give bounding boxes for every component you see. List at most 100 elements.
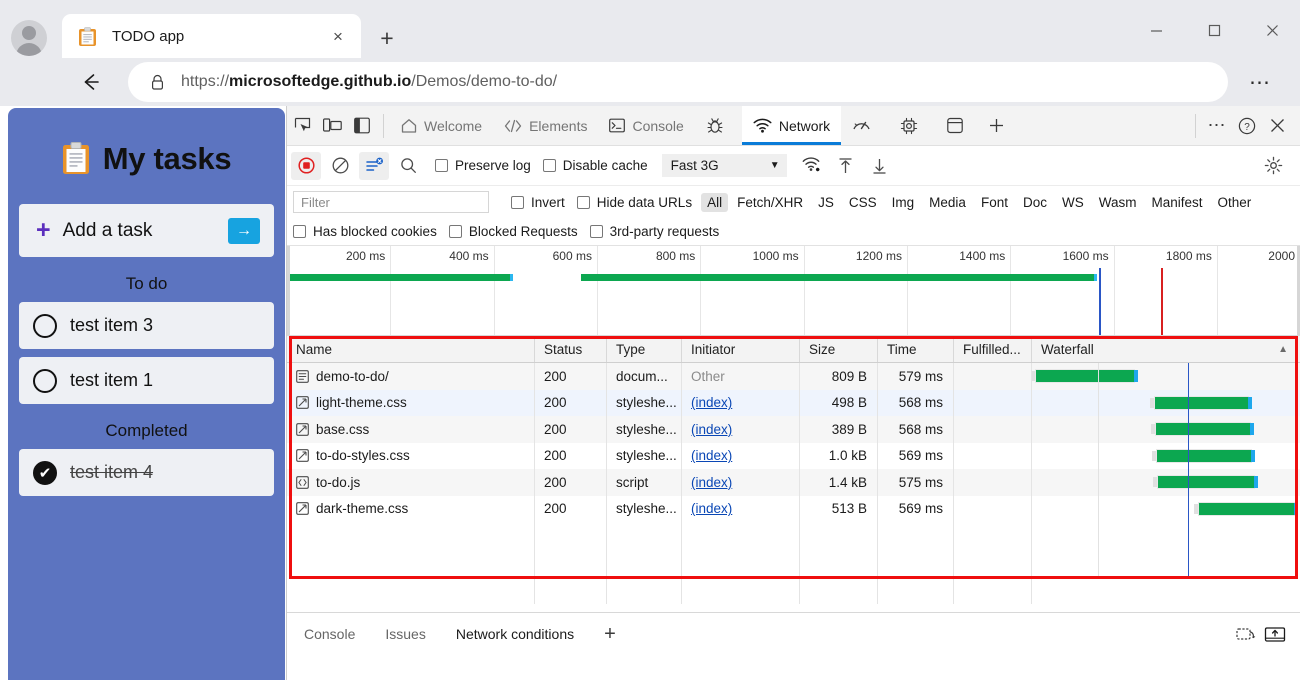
- export-har-icon[interactable]: [865, 152, 895, 180]
- tab-performance[interactable]: [841, 106, 889, 145]
- third-party-requests-checkbox[interactable]: 3rd-party requests: [589, 224, 719, 239]
- column-header-status[interactable]: Status: [535, 336, 607, 362]
- hide-data-urls-checkbox[interactable]: Hide data URLs: [576, 195, 692, 210]
- filter-type-ws[interactable]: WS: [1056, 193, 1090, 212]
- drawer-tab-console[interactable]: Console: [291, 620, 368, 648]
- window-maximize-button[interactable]: [1191, 14, 1237, 46]
- request-initiator-link[interactable]: (index): [691, 475, 732, 490]
- tab-console[interactable]: Console: [598, 106, 694, 145]
- request-initiator-link[interactable]: (index): [691, 395, 732, 410]
- overview-ruler: 200 ms 400 ms 600 ms 800 ms 1000 ms 1200…: [287, 246, 1300, 335]
- record-button[interactable]: [291, 151, 321, 180]
- column-header-fulfilled[interactable]: Fulfilled...: [954, 336, 1032, 362]
- clear-button[interactable]: [325, 152, 355, 180]
- column-header-size[interactable]: Size: [800, 336, 878, 362]
- new-tab-button[interactable]: +: [371, 22, 403, 54]
- help-icon[interactable]: ?: [1232, 111, 1262, 141]
- close-devtools-icon[interactable]: [1262, 111, 1292, 141]
- drawer-add-tab-button[interactable]: +: [591, 620, 629, 648]
- back-button-icon[interactable]: [72, 64, 108, 100]
- address-bar[interactable]: https://microsoftedge.github.io/Demos/de…: [128, 62, 1228, 102]
- tab-memory[interactable]: [889, 106, 936, 145]
- throttling-dropdown[interactable]: Fast 3G ▼: [661, 154, 787, 177]
- profile-avatar[interactable]: [11, 20, 47, 56]
- has-blocked-cookies-checkbox[interactable]: Has blocked cookies: [293, 224, 437, 239]
- task-checkbox[interactable]: [33, 368, 57, 393]
- filter-type-wasm[interactable]: Wasm: [1093, 193, 1143, 212]
- window-close-button[interactable]: [1249, 14, 1295, 46]
- task-checkbox-checked[interactable]: ✔: [33, 460, 57, 485]
- blocked-requests-checkbox[interactable]: Blocked Requests: [448, 224, 578, 239]
- browser-tab[interactable]: TODO app ×: [62, 14, 361, 59]
- network-overview-timeline[interactable]: 200 ms 400 ms 600 ms 800 ms 1000 ms 1200…: [287, 246, 1300, 336]
- tab-elements[interactable]: Elements: [493, 106, 598, 145]
- device-toolbar-icon[interactable]: [317, 111, 347, 141]
- tab-close-icon[interactable]: ×: [323, 22, 353, 52]
- sort-ascending-icon[interactable]: ▲: [1278, 344, 1288, 355]
- column-header-waterfall[interactable]: Waterfall: [1041, 342, 1094, 357]
- filter-type-font[interactable]: Font: [975, 193, 1014, 212]
- drawer-tab-network-conditions[interactable]: Network conditions: [442, 620, 588, 648]
- search-icon[interactable]: [393, 152, 423, 180]
- request-initiator-link[interactable]: (index): [691, 422, 732, 437]
- filter-type-fetchxhr[interactable]: Fetch/XHR: [731, 193, 809, 212]
- filter-type-doc[interactable]: Doc: [1017, 193, 1053, 212]
- filter-type-manifest[interactable]: Manifest: [1145, 193, 1208, 212]
- filter-type-css[interactable]: CSS: [843, 193, 883, 212]
- add-task-input[interactable]: + Add a task →: [19, 204, 274, 257]
- tab-network[interactable]: Network: [741, 106, 842, 145]
- invert-checkbox[interactable]: Invert: [511, 195, 565, 210]
- table-row[interactable]: dark-theme.css 200 styleshe... (index) 5…: [287, 495, 1300, 522]
- network-conditions-icon[interactable]: [797, 152, 827, 180]
- filter-type-img[interactable]: Img: [886, 193, 921, 212]
- record-replay-icon[interactable]: [1236, 625, 1258, 644]
- disable-cache-label: Disable cache: [562, 158, 648, 173]
- table-row[interactable]: to-do-styles.css 200 styleshe... (index)…: [287, 442, 1300, 469]
- filter-type-media[interactable]: Media: [923, 193, 972, 212]
- table-row[interactable]: light-theme.css 200 styleshe... (index) …: [287, 389, 1300, 416]
- table-row[interactable]: base.css 200 styleshe... (index) 389 B 5…: [287, 416, 1300, 443]
- preserve-log-checkbox[interactable]: Preserve log: [435, 158, 531, 173]
- list-item[interactable]: ✔ test item 4: [19, 449, 274, 496]
- tab-welcome[interactable]: Welcome: [390, 106, 493, 145]
- request-name: to-do-styles.css: [316, 448, 410, 464]
- tick-label: 1800 ms: [1165, 249, 1212, 263]
- column-header-name[interactable]: Name: [287, 336, 535, 362]
- tab-application[interactable]: [936, 106, 981, 145]
- tick-label: 1200 ms: [855, 249, 902, 263]
- column-header-initiator[interactable]: Initiator: [682, 336, 800, 362]
- table-row[interactable]: demo-to-do/ 200 docum... Other 809 B 579…: [287, 363, 1300, 390]
- list-item[interactable]: test item 1: [19, 357, 274, 404]
- task-checkbox[interactable]: [33, 313, 57, 338]
- more-icon[interactable]: ⋯: [1202, 111, 1232, 141]
- column-header-type[interactable]: Type: [607, 336, 682, 362]
- filter-type-js[interactable]: JS: [812, 193, 840, 212]
- add-panel-plus-icon[interactable]: [981, 111, 1011, 141]
- filter-input[interactable]: Filter: [293, 191, 489, 213]
- export-icon[interactable]: [1264, 625, 1286, 644]
- import-har-icon[interactable]: [831, 152, 861, 180]
- list-item[interactable]: test item 3: [19, 302, 274, 349]
- resource-type-filters: All Fetch/XHR JS CSS Img Media Font Doc …: [698, 192, 1258, 212]
- bug-icon: [706, 117, 724, 135]
- page-title: My tasks: [102, 141, 232, 176]
- add-task-placeholder: Add a task: [62, 219, 153, 241]
- inspect-element-icon[interactable]: [287, 111, 317, 141]
- table-row[interactable]: to-do.js 200 script (index) 1.4 kB 575 m…: [287, 469, 1300, 496]
- submit-task-button[interactable]: →: [228, 217, 260, 244]
- browser-more-button[interactable]: ⋯: [1243, 66, 1277, 98]
- drawer-tab-issues[interactable]: Issues: [372, 620, 438, 648]
- disable-cache-checkbox[interactable]: Disable cache: [542, 158, 648, 173]
- request-initiator-link[interactable]: (index): [691, 448, 732, 463]
- tab-sources-debugger[interactable]: [695, 106, 742, 145]
- filter-type-other[interactable]: Other: [1212, 193, 1258, 212]
- request-initiator: Other: [691, 368, 725, 384]
- window-minimize-button[interactable]: [1133, 14, 1179, 46]
- settings-gear-icon[interactable]: [1258, 152, 1288, 180]
- filter-type-all[interactable]: All: [701, 192, 729, 212]
- column-header-time[interactable]: Time: [878, 336, 954, 362]
- dock-side-icon[interactable]: [347, 111, 377, 141]
- request-name: base.css: [316, 421, 370, 437]
- request-initiator-link[interactable]: (index): [691, 501, 732, 516]
- filter-button[interactable]: [359, 151, 389, 180]
